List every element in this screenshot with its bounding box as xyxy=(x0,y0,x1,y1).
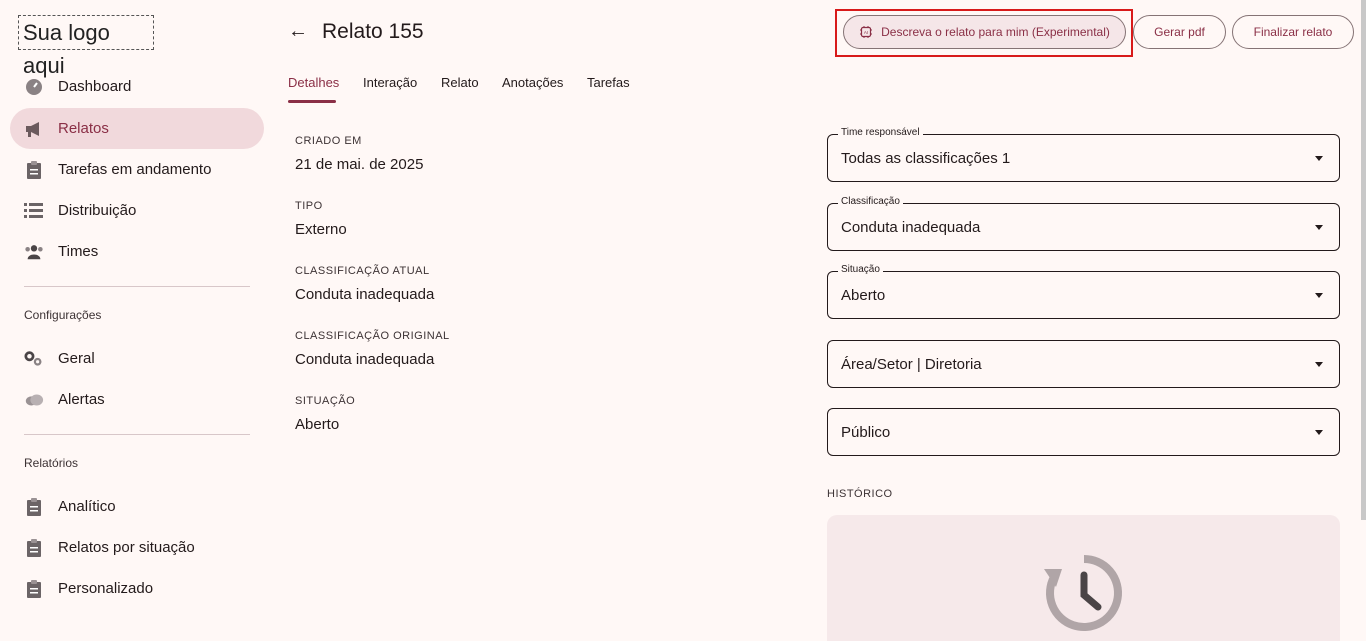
sidebar-item-relatos-por-situacao[interactable]: Relatos por situação xyxy=(10,527,264,568)
classificacao-select[interactable]: Classificação Conduta inadequada xyxy=(827,196,1340,251)
tab-tarefas[interactable]: Tarefas xyxy=(587,75,630,90)
ai-chip-icon: AI xyxy=(859,25,873,39)
sidebar-item-label: Personalizado xyxy=(58,580,154,597)
sidebar-item-geral[interactable]: Geral xyxy=(10,338,264,379)
tab-anotacoes[interactable]: Anotações xyxy=(502,75,563,90)
detail-value: 21 de mai. de 2025 xyxy=(295,156,424,173)
sidebar-item-relatos[interactable]: Relatos xyxy=(10,108,264,149)
field-value: Todas as classificações 1 xyxy=(841,150,1011,167)
sidebar-item-analitico[interactable]: Analítico xyxy=(10,486,264,527)
page-title: Relato 155 xyxy=(322,20,424,43)
sidebar-item-distribuicao[interactable]: Distribuição xyxy=(10,190,264,231)
sidebar-item-label: Dashboard xyxy=(58,78,132,95)
describe-ai-button[interactable]: AI Descreva o relato para mim (Experimen… xyxy=(843,15,1126,49)
section-label-configuracoes: Configurações xyxy=(24,308,102,322)
scrollbar[interactable] xyxy=(1361,0,1366,520)
field-legend: Situação xyxy=(838,264,883,275)
detail-label: CRIADO EM xyxy=(295,135,362,147)
sidebar-item-dashboard[interactable]: Dashboard xyxy=(10,66,264,107)
time-responsavel-select[interactable]: Time responsável Todas as classificações… xyxy=(827,127,1340,182)
detail-value: Conduta inadequada xyxy=(295,286,435,303)
sidebar-item-label: Analítico xyxy=(58,498,116,515)
tab-interacao[interactable]: Interação xyxy=(363,75,417,90)
field-legend: Time responsável xyxy=(838,127,923,138)
area-setor-select[interactable]: Área/Setor | Diretoria xyxy=(827,340,1340,388)
clipboard-icon xyxy=(24,538,44,558)
sidebar-item-label: Alertas xyxy=(58,391,105,408)
group-icon xyxy=(24,242,44,262)
detail-label: CLASSIFICAÇÃO ORIGINAL xyxy=(295,330,450,342)
dropdown-arrow-icon xyxy=(1315,430,1323,435)
sidebar-item-alertas[interactable]: Alertas xyxy=(10,379,264,420)
active-tab-indicator xyxy=(288,100,336,103)
sidebar-item-personalizado[interactable]: Personalizado xyxy=(10,568,264,609)
dropdown-arrow-icon xyxy=(1315,156,1323,161)
svg-text:AI: AI xyxy=(864,30,868,35)
dropdown-arrow-icon xyxy=(1315,362,1323,367)
dashboard-icon xyxy=(24,77,44,97)
finish-report-button[interactable]: Finalizar relato xyxy=(1232,15,1354,49)
situacao-select[interactable]: Situação Aberto xyxy=(827,264,1340,319)
detail-value: Externo xyxy=(295,221,347,238)
dropdown-arrow-icon xyxy=(1315,293,1323,298)
detail-label: TIPO xyxy=(295,200,323,212)
detail-label: SITUAÇÃO xyxy=(295,395,356,407)
field-value: Área/Setor | Diretoria xyxy=(841,356,982,373)
back-arrow-icon[interactable]: ← xyxy=(288,20,308,43)
detail-value: Aberto xyxy=(295,416,340,433)
field-value: Aberto xyxy=(841,287,886,304)
field-legend: Classificação xyxy=(838,196,903,207)
history-label: HISTÓRICO xyxy=(827,488,893,500)
field-value: Conduta inadequada xyxy=(841,219,981,236)
sidebar-divider xyxy=(24,434,250,435)
clipboard-icon xyxy=(24,160,44,180)
history-panel xyxy=(827,515,1340,641)
sidebar-item-times[interactable]: Times xyxy=(10,231,264,272)
detail-label: CLASSIFICAÇÃO ATUAL xyxy=(295,265,430,277)
sidebar-item-label: Times xyxy=(58,243,99,260)
sidebar-item-label: Geral xyxy=(58,350,95,367)
sidebar-item-label: Tarefas em andamento xyxy=(58,161,212,178)
sidebar-divider xyxy=(24,286,250,287)
history-icon xyxy=(1044,555,1122,631)
sidebar-item-label: Relatos por situação xyxy=(58,539,195,556)
gears-icon xyxy=(24,349,44,369)
megaphone-icon xyxy=(24,119,44,139)
detail-value: Conduta inadequada xyxy=(295,351,435,368)
sidebar-item-label: Distribuição xyxy=(58,202,137,219)
tab-detalhes[interactable]: Detalhes xyxy=(288,75,339,90)
cloud-icon xyxy=(24,390,44,410)
logo: Sua logo aqui xyxy=(18,15,154,78)
clipboard-icon xyxy=(24,579,44,599)
section-label-relatorios: Relatórios xyxy=(24,456,79,470)
generate-pdf-button[interactable]: Gerar pdf xyxy=(1133,15,1226,49)
clipboard-icon xyxy=(24,497,44,517)
dropdown-arrow-icon xyxy=(1315,225,1323,230)
publico-select[interactable]: Público xyxy=(827,408,1340,456)
describe-ai-label: Descreva o relato para mim (Experimental… xyxy=(881,25,1110,39)
tab-relato[interactable]: Relato xyxy=(441,75,479,90)
list-icon xyxy=(24,201,44,221)
sidebar-item-label: Relatos xyxy=(58,120,109,137)
field-value: Público xyxy=(841,424,891,441)
sidebar-item-tarefas[interactable]: Tarefas em andamento xyxy=(10,149,264,190)
